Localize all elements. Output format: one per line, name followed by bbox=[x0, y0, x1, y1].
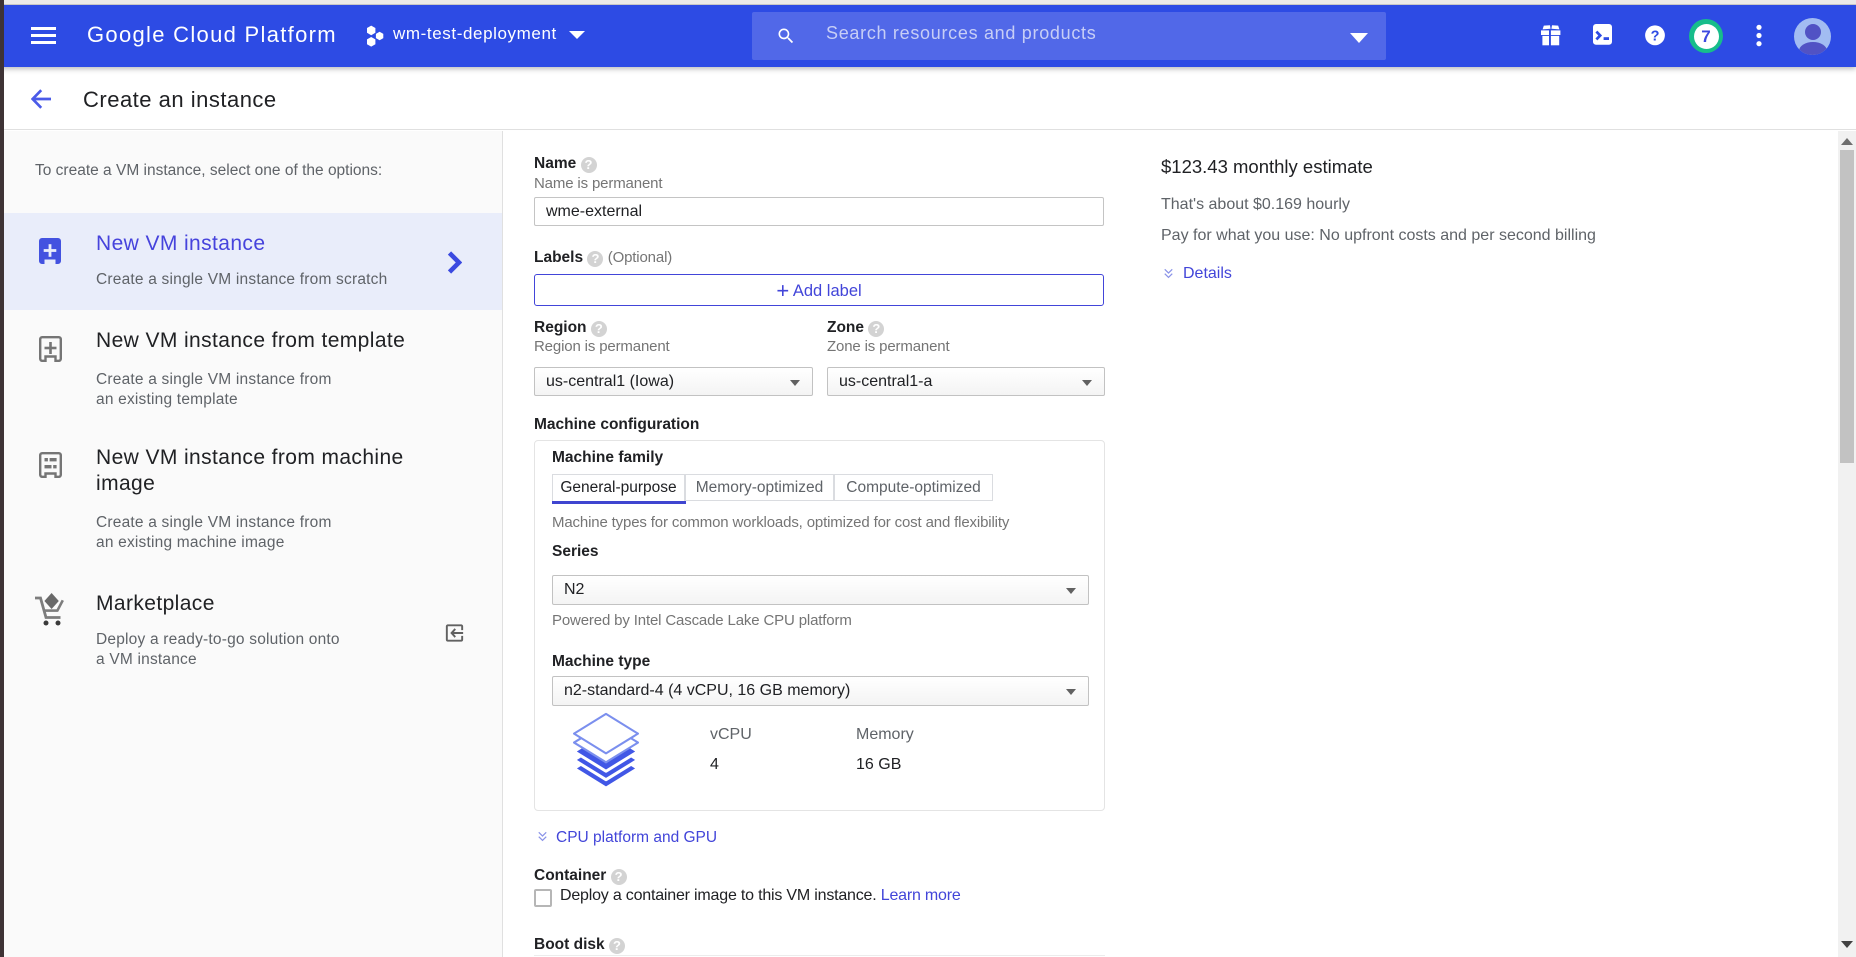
svg-text:?: ? bbox=[1651, 28, 1660, 44]
